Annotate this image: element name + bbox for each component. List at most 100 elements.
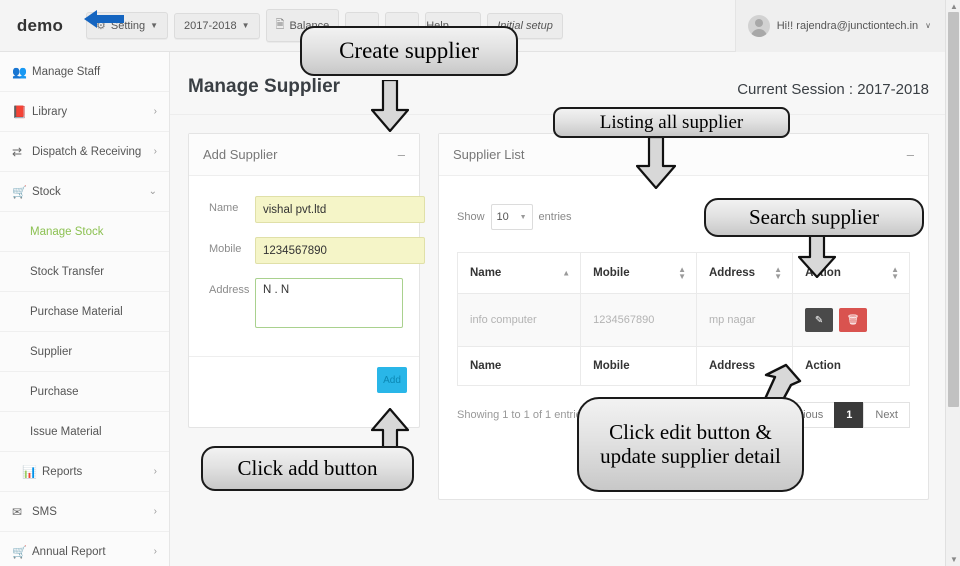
table-header-address[interactable]: Address ▲ ▼ xyxy=(695,252,794,294)
scroll-down-icon[interactable]: ▼ xyxy=(950,555,958,564)
table-head: Name ▲ Mobile ▲ ▼ Address ▲ ▼ Action ▲ ▼ xyxy=(456,252,910,294)
scrollbar-thumb[interactable] xyxy=(948,12,959,407)
page-size-value: 10 xyxy=(496,211,509,223)
supplier-list-panel-header: Supplier List – xyxy=(439,134,928,176)
sidebar-item-annual-report[interactable]: 🛒 Annual Report › xyxy=(0,532,169,566)
cell-name: info computer xyxy=(456,293,582,347)
user-menu[interactable]: Hi!! rajendra@junctiontech.in ∨ xyxy=(734,0,945,52)
sidebar-item-label: Dispatch & Receiving xyxy=(32,145,142,158)
sidebar-item-label: Manage Staff xyxy=(32,65,101,78)
sort-icon: ▲ ▼ xyxy=(678,265,686,281)
chevron-down-icon: ▼ xyxy=(150,21,159,30)
table-footer-row: Name Mobile Address Action xyxy=(456,346,910,386)
page-scrollbar[interactable]: ▲ ▼ xyxy=(945,0,960,566)
chevron-right-icon: › xyxy=(153,546,157,557)
delete-button[interactable]: 🗑 xyxy=(839,308,868,332)
pagination-page-1[interactable]: 1 xyxy=(834,402,865,428)
sidebar-item-stock-transfer[interactable]: Stock Transfer xyxy=(0,252,169,292)
nav-button-session[interactable]: 2017-2018 ▼ xyxy=(174,12,260,39)
sidebar-item-icon: 🛒 xyxy=(12,544,27,559)
user-greeting: Hi!! rajendra@junctiontech.in xyxy=(776,19,919,32)
brand-logo[interactable]: demo xyxy=(0,16,80,36)
form-row-address: Address N . N xyxy=(199,278,403,328)
address-textarea[interactable]: N . N xyxy=(255,278,403,328)
sidebar-item-icon: 👥 xyxy=(12,64,27,79)
add-button[interactable]: Add xyxy=(377,367,407,393)
sidebar-item-label: Stock Transfer xyxy=(30,265,105,278)
sort-icon: ▲ ▼ xyxy=(891,265,899,281)
mobile-input[interactable] xyxy=(255,237,425,264)
sidebar-item-reports[interactable]: 📊 Reports › xyxy=(0,452,169,492)
sidebar-item-library[interactable]: 📕 Library › xyxy=(0,92,169,132)
avatar xyxy=(747,14,770,37)
sidebar-item-issue-material[interactable]: Issue Material xyxy=(0,412,169,452)
chevron-right-icon: › xyxy=(153,146,157,157)
table-footer-mobile: Mobile xyxy=(580,346,697,386)
chevron-right-icon: ⌄ xyxy=(148,186,157,197)
callout-click-add-button: Click add button xyxy=(201,446,414,491)
chevron-right-icon: › xyxy=(153,506,157,517)
sort-icon: ▲ ▼ xyxy=(774,265,783,281)
scroll-up-icon[interactable]: ▲ xyxy=(950,2,958,11)
add-supplier-footer: Add xyxy=(189,356,419,403)
sort-icon: ▲ xyxy=(562,268,571,278)
page-header: Manage Supplier Current Session : 2017-2… xyxy=(170,52,945,115)
page-size-select[interactable]: 10 ▼ xyxy=(490,204,533,230)
show-label: Show xyxy=(457,211,485,223)
page-length-control: Show 10 ▼ entries xyxy=(457,204,572,230)
sidebar-item-sms[interactable]: ✉ SMS › xyxy=(0,492,169,532)
form-row-mobile: Mobile xyxy=(199,237,425,264)
callout-create-supplier: Create supplier xyxy=(300,26,518,76)
chevron-right-icon: › xyxy=(153,466,157,477)
sidebar-item-icon: 🛒 xyxy=(12,184,27,199)
table-header-label: Name xyxy=(470,267,502,279)
sidebar-item-label: Supplier xyxy=(30,345,73,358)
sidebar-item-icon: 📕 xyxy=(12,104,27,119)
edit-button[interactable]: ✎ xyxy=(805,308,834,332)
chevron-down-icon: ∨ xyxy=(925,21,931,30)
cell-mobile: 1234567890 xyxy=(580,293,697,347)
add-supplier-form: Name Mobile Address N . N xyxy=(189,176,425,350)
current-session-label: Current Session : 2017-2018 xyxy=(737,81,929,98)
cell-address: mp nagar xyxy=(695,293,794,347)
supplier-table: Name ▲ Mobile ▲ ▼ Address ▲ ▼ Action ▲ ▼ info comp… xyxy=(456,252,910,386)
table-footer-name: Name xyxy=(456,346,582,386)
callout-click-edit-button: Click edit button & update supplier deta… xyxy=(577,397,804,492)
callout-search-supplier: Search supplier xyxy=(704,198,924,237)
pointer-arrow-down-search-icon xyxy=(798,234,836,278)
form-row-name: Name xyxy=(199,196,425,223)
cell-action: ✎ 🗑 xyxy=(792,293,910,347)
mobile-label: Mobile xyxy=(209,243,242,255)
name-input[interactable] xyxy=(255,196,425,223)
sidebar-item-dispatch-receiving[interactable]: ⇄ Dispatch & Receiving › xyxy=(0,132,169,172)
supplier-list-title: Supplier List xyxy=(453,147,525,162)
table-body: info computer 1234567890 mp nagar ✎ 🗑 xyxy=(456,293,910,347)
sidebar-item-label: Reports xyxy=(42,465,83,478)
sidebar-item-supplier[interactable]: Supplier xyxy=(0,332,169,372)
table-header-mobile[interactable]: Mobile ▲ ▼ xyxy=(580,252,697,294)
sidebar-item-label: Library xyxy=(32,105,68,118)
table-header-name[interactable]: Name ▲ xyxy=(456,252,582,294)
sidebar-item-manage-staff[interactable]: 👥 Manage Staff xyxy=(0,52,169,92)
sidebar-item-manage-stock[interactable]: Manage Stock xyxy=(0,212,169,252)
book-icon: 🗎 xyxy=(275,19,285,31)
collapse-icon[interactable]: – xyxy=(398,148,405,161)
table-header-label: Address xyxy=(709,267,756,279)
table-footer-action: Action xyxy=(792,346,910,386)
sidebar-item-label: Issue Material xyxy=(30,425,102,438)
add-supplier-panel: Add Supplier – Name Mobile Address N . N xyxy=(188,133,425,428)
add-supplier-panel-header: Add Supplier – xyxy=(189,134,419,176)
address-label: Address xyxy=(209,284,250,296)
sidebar-item-purchase-material[interactable]: Purchase Material xyxy=(0,292,169,332)
collapse-icon[interactable]: – xyxy=(907,148,914,161)
app-root: demo ⚙ Setting ▼ 2017-2018 ▼ 🗎 Balance H… xyxy=(0,0,960,566)
sidebar: 👥 Manage Staff 📕 Library › ⇄ Dispatch & Receiv… xyxy=(0,52,170,566)
chevron-down-icon: ▼ xyxy=(519,213,527,221)
sidebar-item-label: SMS xyxy=(32,505,57,518)
sidebar-item-icon: 📊 xyxy=(22,464,37,479)
add-supplier-title: Add Supplier xyxy=(203,147,278,162)
pointer-arrow-down-listing-icon xyxy=(636,137,676,189)
sidebar-item-purchase[interactable]: Purchase xyxy=(0,372,169,412)
pagination-next[interactable]: Next xyxy=(863,402,910,428)
sidebar-item-stock[interactable]: 🛒 Stock ⌄ xyxy=(0,172,169,212)
